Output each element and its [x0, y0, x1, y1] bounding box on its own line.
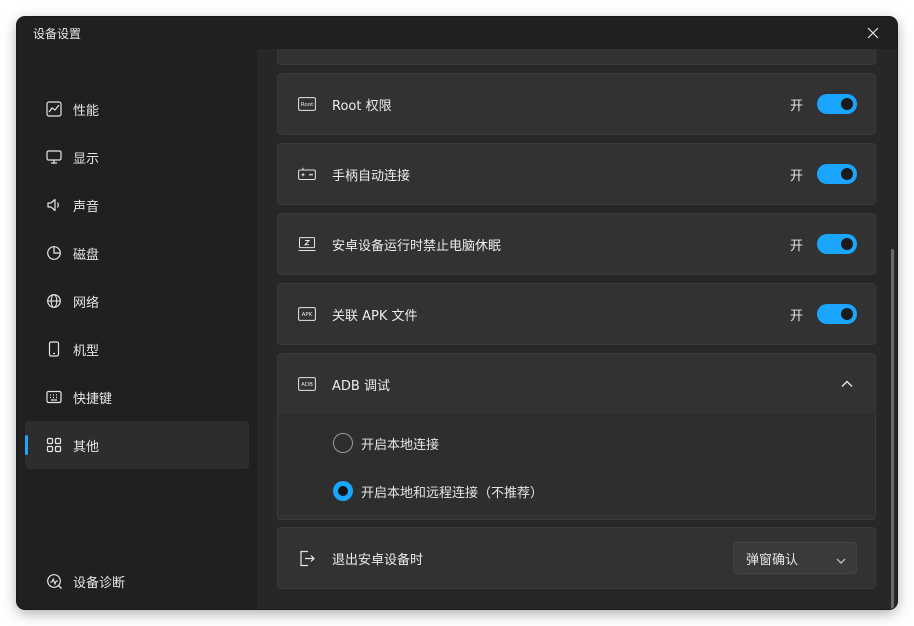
- sidebar-item-network[interactable]: 网络: [25, 277, 249, 325]
- apk-icon: APK: [298, 305, 316, 323]
- gamepad-toggle[interactable]: [817, 164, 857, 184]
- chevron-up-icon[interactable]: [837, 374, 857, 394]
- monitor-icon: [45, 148, 63, 166]
- sidebar-item-other[interactable]: 其他: [25, 421, 249, 469]
- gamepad-state-text: 开: [789, 168, 803, 184]
- previous-card-partial: [277, 49, 876, 65]
- svg-text:Root: Root: [301, 102, 314, 108]
- no-sleep-row: 安卓设备运行时禁止电脑休眠 开: [278, 214, 875, 274]
- adb-header[interactable]: ADB ADB 调试: [278, 354, 875, 414]
- title-bar: 设备设置: [17, 17, 897, 49]
- adb-card: ADB ADB 调试 开启本地连接 开启本地和远程连接（不推荐）: [277, 353, 876, 520]
- gamepad-row: 手柄自动连接 开: [278, 144, 875, 204]
- root-card: Root Root 权限 开: [277, 73, 876, 135]
- pie-chart-icon: [45, 244, 63, 262]
- sidebar-footer-label: 设备诊断: [73, 575, 126, 591]
- root-row: Root Root 权限 开: [278, 74, 875, 134]
- adb-options: 开启本地连接 开启本地和远程连接（不推荐）: [278, 414, 875, 515]
- exit-row: 退出安卓设备时 弹窗确认: [278, 528, 875, 588]
- globe-icon: [45, 292, 63, 310]
- sidebar-item-label: 其他: [73, 439, 100, 455]
- no-sleep-state-text: 开: [789, 238, 803, 254]
- radio-button-checked[interactable]: [333, 481, 353, 501]
- adb-option-label: 开启本地和远程连接（不推荐）: [361, 485, 544, 501]
- adb-icon: ADB: [298, 375, 316, 393]
- select-value: 弹窗确认: [746, 552, 799, 568]
- sleep-icon: [298, 235, 316, 253]
- close-icon[interactable]: [863, 23, 883, 43]
- apk-card: APK 关联 APK 文件 开: [277, 283, 876, 345]
- adb-option-local[interactable]: 开启本地连接: [278, 419, 875, 467]
- radio-button[interactable]: [333, 433, 353, 453]
- chevron-down-icon: [836, 549, 846, 568]
- root-label: Root 权限: [332, 98, 392, 114]
- exit-card: 退出安卓设备时 弹窗确认: [277, 527, 876, 589]
- sidebar: 性能 显示 声音 磁盘 网络 机型 快捷键 其他 设备诊断: [17, 49, 257, 609]
- apk-state-text: 开: [789, 308, 803, 324]
- sidebar-item-display[interactable]: 显示: [25, 133, 249, 181]
- sidebar-item-label: 机型: [73, 343, 100, 359]
- speaker-icon: [45, 196, 63, 214]
- sidebar-item-label: 网络: [73, 295, 100, 311]
- adb-label: ADB 调试: [332, 378, 390, 394]
- sidebar-item-label: 显示: [73, 151, 100, 167]
- svg-text:APK: APK: [302, 312, 313, 318]
- apk-row: APK 关联 APK 文件 开: [278, 284, 875, 344]
- sidebar-item-label: 快捷键: [73, 391, 113, 407]
- performance-icon: [45, 100, 63, 118]
- sidebar-item-label: 性能: [73, 103, 100, 119]
- gamepad-card: 手柄自动连接 开: [277, 143, 876, 205]
- exit-icon: [298, 549, 316, 567]
- root-state-text: 开: [789, 98, 803, 114]
- sidebar-item-shortcuts[interactable]: 快捷键: [25, 373, 249, 421]
- root-toggle[interactable]: [817, 94, 857, 114]
- sidebar-item-diagnostics[interactable]: 设备诊断: [25, 557, 249, 605]
- no-sleep-toggle[interactable]: [817, 234, 857, 254]
- settings-content: Root Root 权限 开 手柄自动连接 开 安卓设备运行时禁止电脑休眠 开 …: [257, 49, 897, 609]
- grid-icon: [45, 436, 63, 454]
- sidebar-item-performance[interactable]: 性能: [25, 85, 249, 133]
- settings-window: 设备设置 性能 显示 声音 磁盘 网络 机型 快捷键 其他 设备诊断 Root …: [17, 17, 897, 609]
- adb-option-remote[interactable]: 开启本地和远程连接（不推荐）: [278, 467, 875, 515]
- diagnostics-icon: [45, 572, 63, 590]
- window-title: 设备设置: [33, 26, 82, 41]
- sidebar-item-sound[interactable]: 声音: [25, 181, 249, 229]
- svg-text:ADB: ADB: [301, 382, 313, 388]
- exit-label: 退出安卓设备时: [332, 552, 424, 568]
- no-sleep-card: 安卓设备运行时禁止电脑休眠 开: [277, 213, 876, 275]
- sidebar-item-model[interactable]: 机型: [25, 325, 249, 373]
- exit-action-select[interactable]: 弹窗确认: [733, 542, 857, 574]
- gamepad-icon: [298, 165, 316, 183]
- sidebar-item-label: 磁盘: [73, 247, 100, 263]
- sidebar-item-disk[interactable]: 磁盘: [25, 229, 249, 277]
- sidebar-item-label: 声音: [73, 199, 100, 215]
- phone-icon: [45, 340, 63, 358]
- adb-option-label: 开启本地连接: [361, 437, 440, 453]
- keyboard-icon: [45, 388, 63, 406]
- apk-toggle[interactable]: [817, 304, 857, 324]
- apk-label: 关联 APK 文件: [332, 308, 418, 324]
- scrollbar[interactable]: [891, 249, 894, 609]
- gamepad-label: 手柄自动连接: [332, 168, 411, 184]
- root-icon: Root: [298, 95, 316, 113]
- no-sleep-label: 安卓设备运行时禁止电脑休眠: [332, 238, 502, 254]
